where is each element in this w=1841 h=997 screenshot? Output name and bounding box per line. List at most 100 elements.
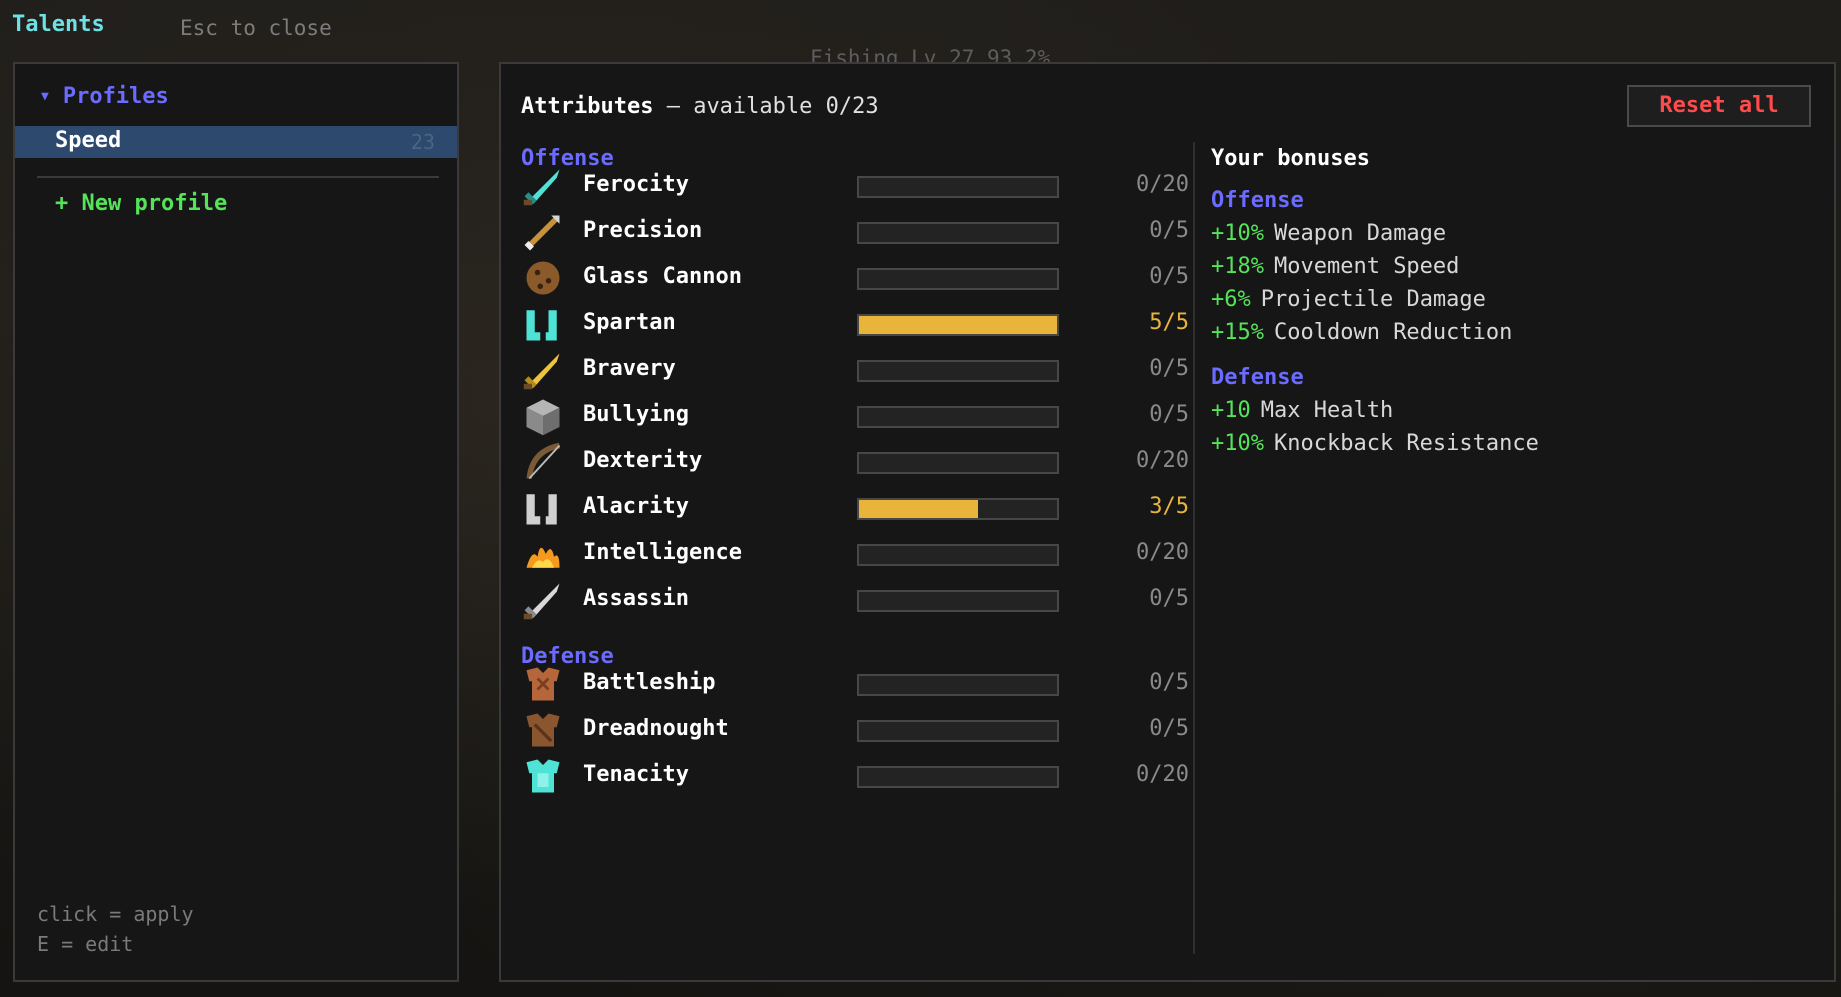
- leather-chestplate-icon: [526, 667, 560, 701]
- collapse-triangle-icon: ▼: [41, 89, 49, 104]
- attribute-row-assassin[interactable]: Assassin 0/5: [521, 576, 1191, 624]
- attribute-name: Intelligence: [583, 540, 742, 565]
- bonus-amount: +6%: [1211, 287, 1251, 312]
- cookie-icon: [526, 261, 560, 295]
- bonus-offense-label: Offense: [1211, 188, 1304, 213]
- profiles-divider: [37, 176, 439, 178]
- top-bar: Talents Esc to close Fishing Lv 27 93.2%: [0, 0, 1841, 70]
- profiles-header-label: Profiles: [62, 84, 169, 109]
- attribute-progress-bar: [857, 498, 1059, 520]
- bonus-amount: +10: [1211, 398, 1251, 423]
- attribute-level: 3/5: [1149, 494, 1189, 519]
- attribute-level: 5/5: [1149, 310, 1189, 335]
- attribute-progress-bar: [857, 590, 1059, 612]
- attribute-name: Glass Cannon: [583, 264, 742, 289]
- attribute-progress-bar: [857, 674, 1059, 696]
- attribute-name: Precision: [583, 218, 703, 243]
- bonus-line: +18% Movement Speed: [1211, 254, 1459, 279]
- attribute-row-spartan[interactable]: Spartan 5/5: [521, 300, 1191, 348]
- attribute-name: Ferocity: [583, 172, 689, 197]
- attribute-row-bravery[interactable]: Bravery 0/5: [521, 346, 1191, 394]
- attribute-progress-bar: [857, 176, 1059, 198]
- diamond-sword-icon: [523, 169, 560, 206]
- attribute-name: Dreadnought: [583, 716, 729, 741]
- bonus-defense-label: Defense: [1211, 365, 1304, 390]
- attribute-row-precision[interactable]: Precision 0/5: [521, 208, 1191, 256]
- attribute-name: Spartan: [583, 310, 676, 335]
- attribute-row-tenacity[interactable]: Tenacity 0/20: [521, 752, 1191, 800]
- attribute-name: Assassin: [583, 586, 689, 611]
- bow-icon: [526, 442, 561, 480]
- progress-fill: [859, 316, 1057, 334]
- panel-separator: [1193, 142, 1195, 954]
- attribute-name: Dexterity: [583, 448, 703, 473]
- attribute-name: Alacrity: [583, 494, 689, 519]
- bonus-line: +6% Projectile Damage: [1211, 287, 1486, 312]
- edit-hint: E = edit: [37, 932, 134, 956]
- attribute-progress-bar: [857, 314, 1059, 336]
- bonus-amount: +10%: [1211, 221, 1264, 246]
- new-profile-button[interactable]: + New profile: [55, 191, 227, 216]
- bonus-stat: Max Health: [1260, 398, 1394, 423]
- attribute-progress-bar: [857, 268, 1059, 290]
- bonus-stat: Movement Speed: [1273, 254, 1460, 279]
- attribute-row-battleship[interactable]: Battleship 0/5: [521, 660, 1191, 708]
- iron-sword-icon: [523, 583, 560, 620]
- window-title: Talents: [12, 12, 105, 37]
- profile-points: 23: [410, 130, 435, 154]
- iron-boots-icon: [526, 494, 557, 525]
- attribute-level: 0/20: [1136, 762, 1189, 787]
- attribute-name: Bullying: [583, 402, 689, 427]
- attribute-name: Tenacity: [583, 762, 689, 787]
- attribute-name: Battleship: [583, 670, 716, 695]
- attribute-row-ferocity[interactable]: Ferocity 0/20: [521, 162, 1191, 210]
- attribute-name: Bravery: [583, 356, 676, 381]
- diamond-chestplate-icon: [526, 759, 560, 793]
- bonus-amount: +15%: [1211, 320, 1264, 345]
- attribute-level: 0/20: [1136, 448, 1189, 473]
- bonus-stat: Weapon Damage: [1273, 221, 1447, 246]
- attribute-level: 0/20: [1136, 540, 1189, 565]
- bonus-stat: Knockback Resistance: [1273, 431, 1539, 456]
- bonus-line: +10 Max Health: [1211, 398, 1393, 423]
- available-points: – available 0/23: [666, 94, 879, 119]
- attribute-level: 0/5: [1149, 218, 1189, 243]
- profile-name: Speed: [55, 128, 122, 153]
- esc-hint: Esc to close: [180, 16, 332, 40]
- attributes-heading: Attributes – available 0/23: [521, 94, 879, 119]
- profiles-panel: ▼ Profiles Speed 23 + New profile click =…: [13, 62, 459, 982]
- leather-tunic-icon: [526, 713, 560, 747]
- attribute-level: 0/5: [1149, 716, 1189, 741]
- attribute-level: 0/5: [1149, 670, 1189, 695]
- bonuses-title: Your bonuses: [1211, 146, 1370, 171]
- attributes-panel: Attributes – available 0/23 Reset all Of…: [499, 62, 1836, 982]
- arrow-icon: [524, 215, 560, 251]
- attribute-progress-bar: [857, 720, 1059, 742]
- progress-fill: [859, 500, 978, 518]
- attribute-progress-bar: [857, 406, 1059, 428]
- reset-all-button[interactable]: Reset all: [1627, 85, 1811, 127]
- bonus-amount: +10%: [1211, 431, 1264, 456]
- profile-item-speed[interactable]: Speed 23: [15, 126, 457, 158]
- attribute-row-bullying[interactable]: Bullying 0/5: [521, 392, 1191, 440]
- profiles-header[interactable]: ▼ Profiles: [41, 84, 169, 109]
- bonus-stat: Cooldown Reduction: [1273, 320, 1513, 345]
- attribute-progress-bar: [857, 544, 1059, 566]
- diamond-boots-icon: [526, 310, 557, 341]
- attribute-level: 0/5: [1149, 264, 1189, 289]
- golden-sword-icon: [523, 353, 560, 390]
- attributes-title: Attributes: [521, 94, 654, 119]
- bonus-line: +15% Cooldown Reduction: [1211, 320, 1512, 345]
- attribute-level: 0/5: [1149, 586, 1189, 611]
- attribute-row-alacrity[interactable]: Alacrity 3/5: [521, 484, 1191, 532]
- stone-block-icon: [526, 399, 560, 436]
- attribute-row-intelligence[interactable]: Intelligence 0/20: [521, 530, 1191, 578]
- attribute-progress-bar: [857, 360, 1059, 382]
- bonus-stat: Projectile Damage: [1260, 287, 1486, 312]
- bonus-line: +10% Weapon Damage: [1211, 221, 1446, 246]
- attribute-level: 0/20: [1136, 172, 1189, 197]
- attribute-level: 0/5: [1149, 402, 1189, 427]
- attribute-row-dexterity[interactable]: Dexterity 0/20: [521, 438, 1191, 486]
- attribute-row-glass-cannon[interactable]: Glass Cannon 0/5: [521, 254, 1191, 302]
- attribute-row-dreadnought[interactable]: Dreadnought 0/5: [521, 706, 1191, 754]
